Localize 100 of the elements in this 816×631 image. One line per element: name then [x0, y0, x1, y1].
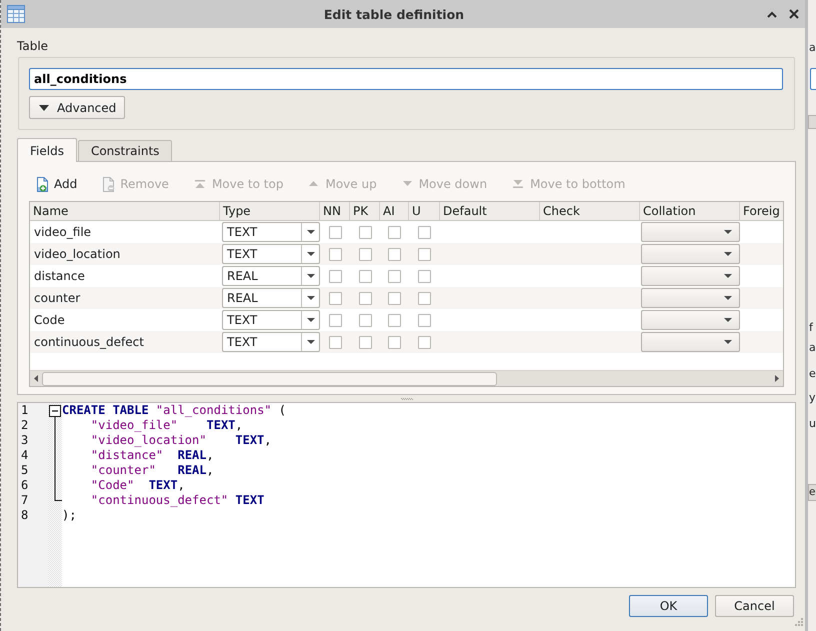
triangle-down-bar-icon [513, 180, 524, 188]
collation-dropdown[interactable] [641, 266, 740, 286]
type-dropdown[interactable]: TEXT [222, 222, 320, 242]
collation-dropdown[interactable] [641, 310, 740, 330]
column-header: PK [350, 202, 380, 220]
checkbox[interactable] [358, 226, 372, 238]
dropdown-arrow-icon [306, 252, 314, 256]
checkbox[interactable] [418, 270, 431, 282]
background-text: y [808, 390, 816, 406]
scroll-right-arrow-icon[interactable] [775, 375, 779, 382]
collation-dropdown[interactable] [641, 222, 740, 242]
window-title: Edit table definition [324, 6, 464, 22]
line-number: 6 [21, 478, 28, 493]
close-icon[interactable] [789, 9, 799, 19]
fold-minus-icon[interactable] [49, 405, 62, 501]
table-row[interactable]: continuous_defect TEXT [30, 331, 783, 353]
background-text: f [808, 320, 813, 336]
code-line: "continuous_defect" TEXT [90, 493, 264, 507]
section-label: Table [17, 38, 48, 54]
type-dropdown[interactable]: REAL [222, 288, 320, 308]
checkbox[interactable] [358, 270, 372, 282]
checkbox[interactable] [418, 336, 431, 348]
table-icon [6, 4, 26, 24]
code-line: "video_file" TEXT, [90, 418, 243, 432]
checkbox[interactable] [358, 314, 372, 326]
checkbox[interactable] [358, 292, 372, 304]
checkbox[interactable] [328, 336, 342, 348]
dropdown-arrow-icon [724, 340, 732, 344]
dropdown-arrow-icon [724, 274, 732, 278]
chevron-up-icon[interactable] [767, 10, 777, 18]
line-number: 3 [21, 433, 28, 448]
code-line: "Code" TEXT, [90, 478, 185, 492]
dropdown-arrow-icon [306, 296, 314, 300]
dropdown-arrow-icon [306, 318, 314, 322]
checkbox[interactable] [418, 292, 431, 304]
line-number: 7 [21, 493, 28, 508]
type-dropdown[interactable]: TEXT [222, 310, 320, 330]
background-button[interactable]: e [808, 484, 816, 501]
line-number: 2 [21, 418, 28, 433]
line-number: 4 [21, 448, 28, 463]
checkbox[interactable] [388, 336, 401, 348]
code-line: CREATE TABLE "all_conditions" ( [62, 403, 286, 417]
dropdown-arrow-icon [306, 274, 314, 278]
advanced-button[interactable]: Advanced [29, 96, 125, 119]
collation-dropdown[interactable] [641, 332, 740, 352]
line-number: 8 [21, 508, 28, 523]
resize-grip-icon[interactable] [793, 618, 803, 628]
checkbox[interactable] [328, 292, 342, 304]
dropdown-arrow-icon [724, 230, 732, 234]
collation-dropdown[interactable] [641, 288, 740, 308]
dialog-button[interactable]: OK [629, 595, 708, 617]
checkbox[interactable] [328, 270, 342, 282]
checkbox[interactable] [388, 292, 401, 304]
column-header: Default [440, 202, 540, 220]
checkbox[interactable] [418, 314, 431, 326]
column-header: NN [320, 202, 350, 220]
tab[interactable]: Constraints [78, 140, 172, 161]
bar-triangle-up-icon [194, 180, 205, 188]
toolbar-button[interactable]: Add [29, 173, 82, 194]
field-name-cell-text: video_location [33, 246, 122, 263]
type-dropdown[interactable]: TEXT [222, 332, 320, 352]
column-header: Check [540, 202, 640, 220]
checkbox[interactable] [328, 226, 342, 238]
table-name-field[interactable]: all_conditions [29, 68, 783, 90]
dropdown-arrow-icon [306, 230, 314, 234]
tab[interactable]: Fields [17, 138, 77, 162]
column-header: AI [380, 202, 409, 220]
triangle-up-icon [309, 181, 318, 186]
dropdown-arrow-icon [724, 318, 732, 322]
checkbox[interactable] [358, 248, 372, 260]
document-plus-icon [34, 176, 50, 192]
type-dropdown[interactable]: REAL [222, 266, 320, 286]
line-number: 5 [21, 463, 28, 478]
dropdown-arrow-icon [306, 340, 314, 344]
type-dropdown[interactable]: TEXT [222, 244, 320, 264]
table-row[interactable]: counter REAL [30, 287, 783, 309]
checkbox[interactable] [388, 314, 401, 326]
checkbox[interactable] [388, 248, 401, 260]
collation-dropdown[interactable] [641, 244, 740, 264]
checkbox[interactable] [358, 336, 372, 348]
column-header: Name [30, 202, 220, 220]
dropdown-arrow-icon [724, 252, 732, 256]
horizontal-scrollbar[interactable] [30, 370, 783, 386]
field-name-cell-text: continuous_defect [33, 334, 145, 351]
dialog-button[interactable]: Cancel [715, 595, 794, 617]
checkbox[interactable] [388, 226, 401, 238]
checkbox[interactable] [328, 314, 342, 326]
scroll-left-arrow-icon[interactable] [34, 375, 38, 382]
checkbox[interactable] [418, 248, 431, 260]
field-name-cell-text: Code [33, 312, 66, 329]
background-text: e [808, 366, 816, 382]
checkbox[interactable] [328, 248, 342, 260]
checkbox[interactable] [418, 226, 431, 238]
sql-editor[interactable]: 1 2 3 4 5 6 7 8 CREATE TABLE "all_conditions" ( "video_file" TEXT, "video_location" TEXT, "distance" REAL, "counter" REAL, "Code" TEXT, "continuous_defect" TEXT ); [17, 402, 796, 588]
checkbox[interactable] [388, 270, 401, 282]
code-line: ); [62, 508, 76, 522]
background-text: a [808, 340, 816, 356]
background-text: u [808, 416, 816, 432]
scrollbar-thumb[interactable] [42, 372, 497, 386]
table-row[interactable]: video_location TEXT [30, 243, 783, 265]
